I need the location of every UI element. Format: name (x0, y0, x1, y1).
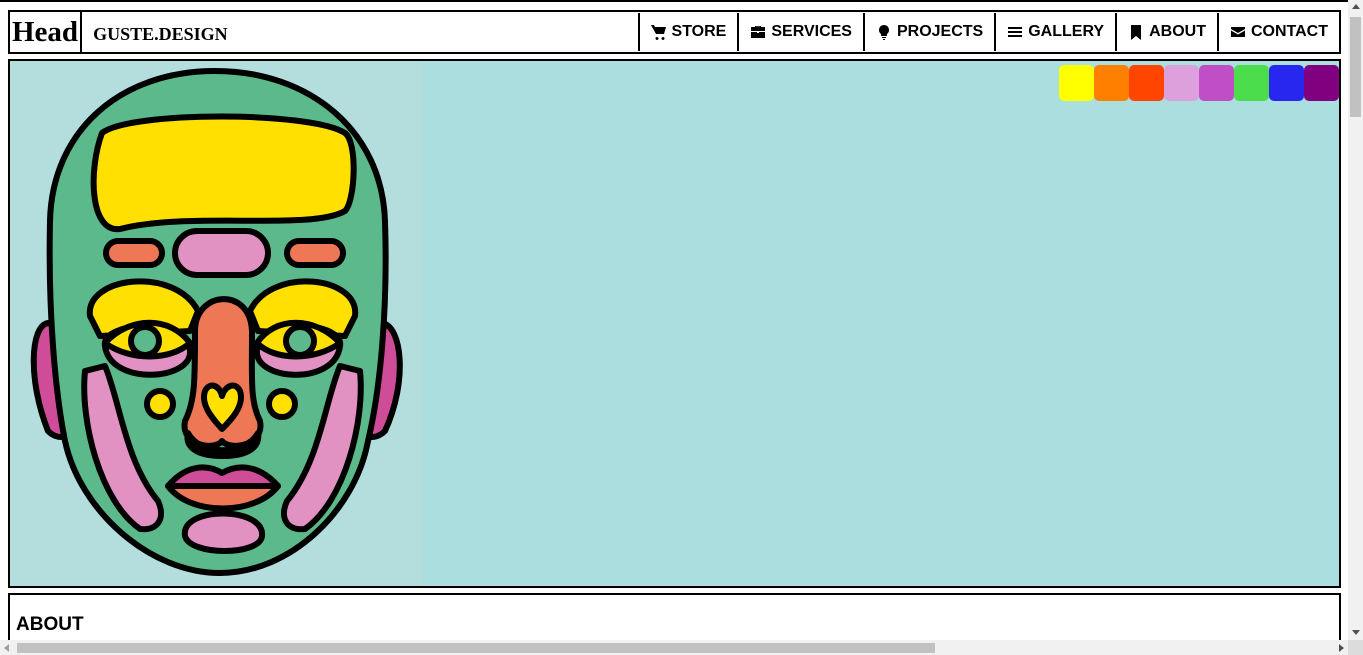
nav-gallery[interactable]: GALLERY (994, 13, 1115, 51)
nav-about[interactable]: ABOUT (1115, 13, 1217, 51)
scroll-right-icon[interactable] (1339, 644, 1344, 652)
nav-services-label: SERVICES (771, 23, 852, 40)
bars-icon (1008, 27, 1023, 37)
vertical-scrollbar[interactable] (1348, 0, 1363, 640)
bookmark-icon (1131, 25, 1142, 40)
main-nav: STORE SERVICES PROJECTS GALLERY ABOUT CO… (637, 12, 1339, 52)
horizontal-scroll-thumb[interactable] (17, 643, 935, 653)
swatch-green[interactable] (1234, 65, 1269, 101)
swatch-orange[interactable] (1094, 65, 1129, 101)
swatch-yellow[interactable] (1059, 65, 1094, 101)
site-subtitle: GUSTE.DESIGN (93, 24, 228, 44)
hero-banner (8, 59, 1341, 588)
swatch-purple[interactable] (1304, 65, 1339, 101)
swatch-orchid[interactable] (1199, 65, 1234, 101)
vertical-scroll-thumb[interactable] (1350, 17, 1361, 117)
cart-icon (650, 25, 666, 40)
scroll-up-icon[interactable] (1352, 4, 1360, 9)
scroll-left-icon[interactable] (4, 644, 9, 652)
about-heading: ABOUT (16, 614, 84, 635)
swatch-red-orange[interactable] (1129, 65, 1164, 101)
scrollbar-corner (1348, 640, 1363, 655)
nav-store-label: STORE (671, 23, 727, 40)
nav-services[interactable]: SERVICES (737, 13, 863, 51)
nav-about-label: ABOUT (1149, 23, 1206, 40)
nav-contact[interactable]: CONTACT (1216, 13, 1339, 51)
navbar: Head GUSTE.DESIGN STORE SERVICES PROJECT… (8, 10, 1341, 54)
lightbulb-icon (878, 25, 889, 40)
swatch-blue[interactable] (1269, 65, 1304, 101)
scroll-down-icon[interactable] (1352, 630, 1360, 635)
nav-gallery-label: GALLERY (1028, 23, 1105, 40)
top-border (0, 0, 1363, 2)
nav-store[interactable]: STORE (637, 13, 738, 51)
briefcase-icon (751, 26, 766, 38)
swatch-plum[interactable] (1164, 65, 1199, 101)
color-swatches (1059, 65, 1339, 101)
horizontal-scrollbar[interactable] (0, 640, 1348, 655)
face-artwork (30, 68, 403, 576)
nav-projects[interactable]: PROJECTS (862, 13, 994, 51)
nav-contact-label: CONTACT (1250, 23, 1328, 40)
nav-projects-label: PROJECTS (896, 23, 984, 40)
face-illustration (10, 61, 423, 586)
envelope-icon (1230, 27, 1245, 37)
site-logo[interactable]: Head (10, 12, 83, 52)
